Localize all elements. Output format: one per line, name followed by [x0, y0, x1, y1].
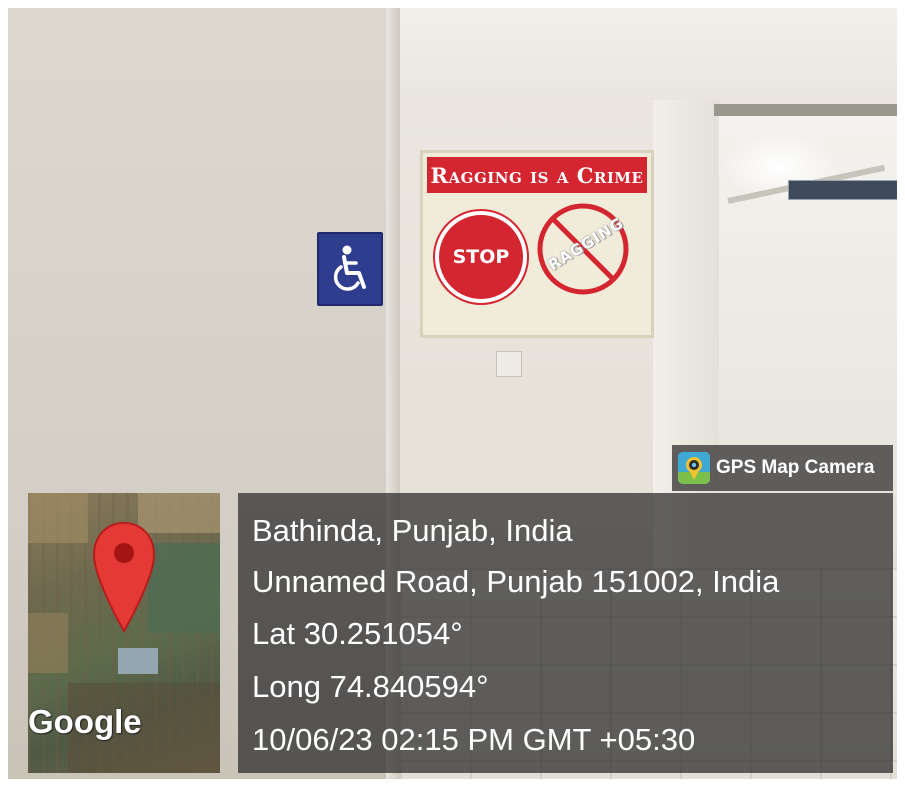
stop-sign: STOP [435, 211, 527, 303]
map-campus [148, 543, 220, 633]
accessibility-sign [317, 232, 383, 306]
city-line: Bathinda, Punjab, India [252, 513, 573, 548]
corridor-department-sign [788, 180, 897, 200]
gps-map-camera-icon [678, 452, 710, 484]
map-field [28, 613, 68, 673]
datetime-line: 10/06/23 02:15 PM GMT +05:30 [252, 722, 696, 757]
map-field [28, 493, 88, 543]
google-logo: Google [28, 703, 142, 740]
location-info-panel: Bathinda, Punjab, India Unnamed Road, Pu… [238, 493, 893, 773]
stop-text: STOP [452, 246, 510, 268]
map-building [118, 648, 158, 674]
map-pin-icon [92, 521, 156, 633]
wheelchair-icon [333, 245, 366, 291]
app-badge: GPS Map Camera [672, 445, 893, 491]
app-name: GPS Map Camera [716, 457, 875, 478]
latitude-line: Lat 30.251054° [252, 616, 463, 651]
ceiling [400, 8, 897, 108]
map-thumbnail: Google [28, 493, 220, 773]
anti-ragging-poster: Ragging is a Crime STOP RAGGING [420, 150, 654, 338]
poster-title: Ragging is a Crime [427, 157, 647, 193]
corridor-beam [714, 104, 897, 116]
switch-plate [496, 351, 522, 377]
address-line: Unnamed Road, Punjab 151002, India [252, 564, 780, 599]
longitude-line: Long 74.840594° [252, 669, 489, 704]
